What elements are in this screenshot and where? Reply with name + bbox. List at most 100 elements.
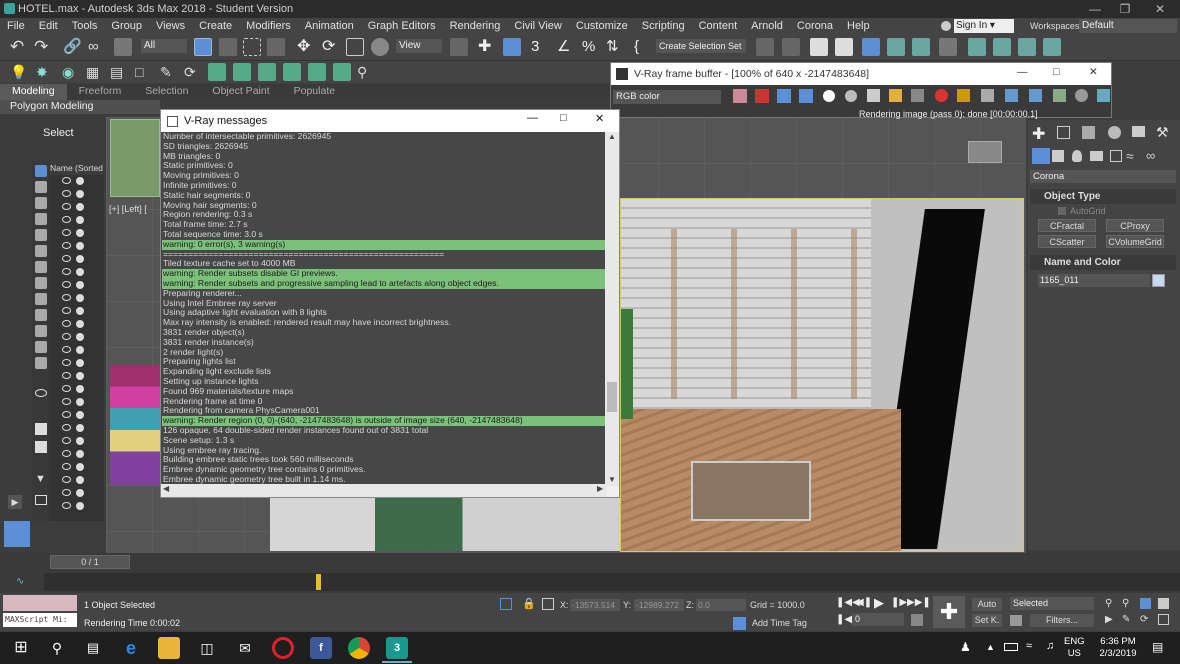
menu-help[interactable]: Help bbox=[840, 20, 877, 32]
utilities-tab-icon[interactable]: ⚒ bbox=[1156, 124, 1169, 141]
cscatter-button[interactable]: CScatter bbox=[1038, 235, 1096, 248]
expand-arrow-icon[interactable]: ▶ bbox=[8, 495, 22, 509]
scroll-down-icon[interactable]: ▼ bbox=[608, 475, 616, 484]
list-item[interactable] bbox=[60, 422, 100, 434]
tab-freeform[interactable]: Freeform bbox=[67, 84, 134, 100]
vfb-track-icon[interactable] bbox=[981, 89, 994, 102]
selected-dropdown[interactable]: Selected bbox=[1010, 597, 1094, 610]
isolate-icon[interactable] bbox=[500, 598, 512, 610]
layer-explorer-icon[interactable] bbox=[835, 38, 853, 56]
rect-selection-icon[interactable] bbox=[243, 38, 261, 56]
category-dropdown[interactable]: Corona bbox=[1030, 170, 1176, 183]
menu-file[interactable]: File bbox=[0, 20, 32, 32]
filter-icon-11[interactable] bbox=[35, 325, 47, 337]
vfb-copy-icon[interactable] bbox=[911, 89, 924, 102]
list-item[interactable] bbox=[60, 435, 100, 447]
name-and-color-rollout[interactable]: Name and Color bbox=[1030, 255, 1176, 270]
unlink-icon[interactable]: ∞ bbox=[88, 38, 106, 56]
time-slider[interactable]: 0 / 1 bbox=[50, 555, 130, 569]
scene-explorer-column-header[interactable]: Name (Sorted bbox=[50, 163, 103, 173]
edit-named-sets-icon[interactable]: { bbox=[634, 38, 652, 56]
list-item[interactable] bbox=[60, 357, 100, 369]
select-object-icon[interactable] bbox=[194, 38, 212, 56]
sign-in-dropdown[interactable]: Sign In ▾ bbox=[954, 19, 1014, 33]
vray-messages-vscroll[interactable]: ▲ ▼ bbox=[605, 132, 619, 486]
filter-icon-2[interactable] bbox=[35, 181, 47, 193]
shapes-icon[interactable] bbox=[1052, 150, 1064, 162]
vray-messages-maximize-icon[interactable]: □ bbox=[560, 112, 567, 124]
light-bulb-icon[interactable]: 💡 bbox=[10, 63, 28, 81]
menu-tools[interactable]: Tools bbox=[65, 20, 105, 32]
scroll-thumb[interactable] bbox=[607, 382, 617, 412]
tool-icon-b[interactable] bbox=[233, 63, 251, 81]
vray-messages-minimize-icon[interactable]: — bbox=[527, 112, 538, 124]
x-coordinate[interactable]: -13573.514 bbox=[570, 599, 620, 611]
vray-messages-hscroll[interactable]: ◀ ▶ bbox=[161, 484, 607, 497]
maxscript-listener[interactable] bbox=[3, 595, 77, 611]
mirror-icon[interactable] bbox=[756, 38, 774, 56]
store-icon[interactable]: ◫ bbox=[196, 637, 218, 659]
scene-explorer-icon[interactable] bbox=[810, 38, 828, 56]
list-item[interactable] bbox=[60, 344, 100, 356]
render-iterative-icon[interactable] bbox=[1043, 38, 1061, 56]
pin-icon[interactable]: ⚲ bbox=[357, 63, 375, 81]
menu-civil-view[interactable]: Civil View bbox=[507, 20, 568, 32]
redo-icon[interactable]: ↷ bbox=[34, 38, 52, 56]
list-item[interactable] bbox=[60, 500, 100, 512]
lock-icon[interactable]: 🔒 bbox=[522, 597, 536, 610]
list-item[interactable] bbox=[60, 383, 100, 395]
viewport-label[interactable]: [+] [Left] [ bbox=[109, 204, 147, 214]
list-item[interactable] bbox=[60, 474, 100, 486]
window-crossing-icon[interactable] bbox=[267, 38, 285, 56]
zoom-icon[interactable]: ⚲ bbox=[1105, 598, 1112, 609]
menu-arnold[interactable]: Arnold bbox=[744, 20, 790, 32]
people-icon[interactable]: ♟ bbox=[960, 640, 971, 654]
list-item[interactable] bbox=[60, 279, 100, 291]
mail-icon[interactable]: ✉ bbox=[234, 637, 256, 659]
fov-icon[interactable]: ✎ bbox=[1122, 614, 1130, 625]
maxscript-input[interactable]: MAXScript Mi: bbox=[3, 613, 77, 627]
tab-modeling[interactable]: Modeling bbox=[0, 84, 67, 100]
zoom-all-icon[interactable]: ⚲ bbox=[1122, 598, 1129, 609]
object-type-rollout[interactable]: Object Type bbox=[1030, 189, 1176, 204]
camera-icon[interactable]: ◉ bbox=[62, 63, 80, 81]
vfb-stamp-icon[interactable] bbox=[1053, 89, 1066, 102]
filter-icon-16[interactable] bbox=[35, 495, 47, 505]
ref-coord-dropdown[interactable]: View bbox=[396, 39, 442, 53]
list-item[interactable] bbox=[60, 305, 100, 317]
menu-customize[interactable]: Customize bbox=[569, 20, 635, 32]
edge-browser-icon[interactable]: e bbox=[120, 637, 142, 659]
list-item[interactable] bbox=[60, 240, 100, 252]
display-tab-icon[interactable] bbox=[1132, 126, 1145, 137]
vray-messages-close-icon[interactable]: ✕ bbox=[595, 112, 604, 125]
cfractal-button[interactable]: CFractal bbox=[1038, 219, 1096, 232]
vfb-mono-icon[interactable] bbox=[845, 90, 857, 102]
vfb-lens-icon[interactable] bbox=[1005, 89, 1018, 102]
menu-views[interactable]: Views bbox=[149, 20, 192, 32]
close-icon[interactable]: ✕ bbox=[1145, 0, 1175, 18]
filter-icon-12[interactable] bbox=[35, 341, 47, 353]
rotate-icon[interactable]: ⟳ bbox=[322, 38, 340, 56]
ribbon-polygon-modeling[interactable]: Polygon Modeling bbox=[0, 100, 160, 114]
vfb-red-channel-icon[interactable] bbox=[755, 89, 769, 103]
scroll-right-icon[interactable]: ▶ bbox=[597, 484, 603, 493]
funnel-icon[interactable]: ▼ bbox=[35, 473, 47, 485]
percent-snap-icon[interactable]: % bbox=[582, 38, 600, 56]
vfb-stop-icon[interactable] bbox=[935, 89, 948, 102]
filter-icon-8[interactable] bbox=[35, 277, 47, 289]
list-item[interactable] bbox=[60, 448, 100, 460]
filter-icon-7[interactable] bbox=[35, 261, 47, 273]
object-color-swatch[interactable] bbox=[1152, 274, 1165, 287]
pivot-icon[interactable] bbox=[450, 38, 468, 56]
list-item[interactable] bbox=[60, 292, 100, 304]
tab-selection[interactable]: Selection bbox=[133, 84, 200, 100]
language-indicator[interactable]: ENG US bbox=[1064, 636, 1085, 660]
task-view-icon[interactable]: ▤ bbox=[82, 637, 104, 659]
cvolumegrid-button[interactable]: CVolumeGrid bbox=[1106, 235, 1164, 248]
curve-editor-icon[interactable] bbox=[887, 38, 905, 56]
zoom-extents-icon[interactable] bbox=[1140, 598, 1151, 609]
select-by-name-icon[interactable] bbox=[219, 38, 237, 56]
snaps-toggle-icon[interactable]: 3 bbox=[531, 38, 549, 56]
search-icon[interactable]: ⚲ bbox=[46, 637, 68, 659]
time-config-icon[interactable] bbox=[911, 614, 923, 626]
